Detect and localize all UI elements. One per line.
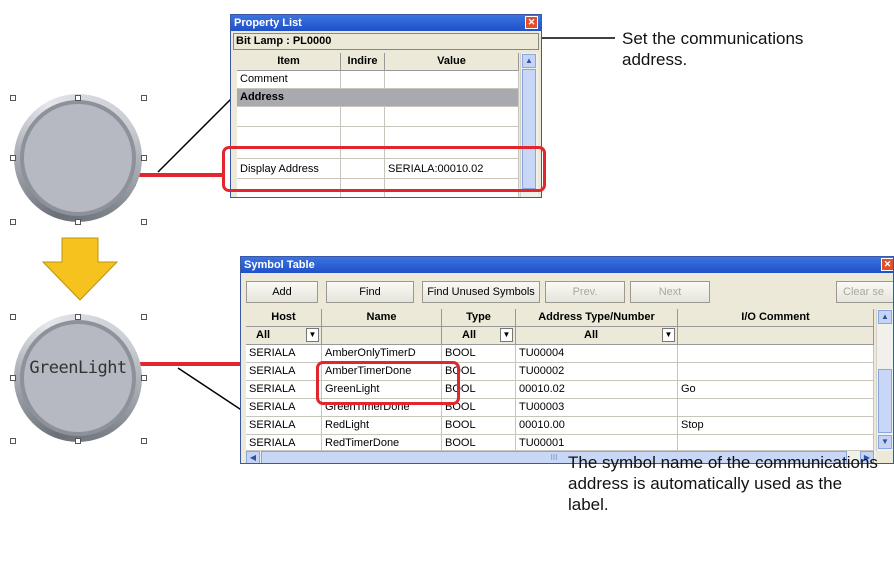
type-filter-dropdown[interactable]: All ▼ [442, 327, 516, 345]
resize-handle[interactable] [141, 95, 147, 101]
resize-handle[interactable] [141, 219, 147, 225]
symbol-table-title: Symbol Table [241, 257, 893, 273]
table-cell[interactable]: SERIALA [246, 435, 322, 451]
resize-handle[interactable] [10, 314, 16, 320]
find-unused-symbols-button[interactable]: Find Unused Symbols [422, 281, 540, 303]
add-button[interactable]: Add [246, 281, 318, 303]
resize-handle[interactable] [75, 95, 81, 101]
table-cell[interactable]: 00010.00 [516, 417, 678, 435]
scroll-up-icon[interactable]: ▲ [522, 54, 536, 68]
bit-lamp-top[interactable] [14, 94, 142, 222]
vertical-scrollbar[interactable]: ▲ ▼ [876, 309, 893, 451]
callout-symbol-label: The symbol name of the communications ad… [568, 453, 878, 514]
scroll-grip: III [550, 453, 558, 462]
table-cell[interactable]: 00010.02 [516, 381, 678, 399]
scroll-up-icon[interactable]: ▲ [878, 310, 892, 324]
resize-handle[interactable] [141, 155, 147, 161]
table-cell[interactable] [678, 435, 874, 451]
highlight-symbol-name [316, 361, 460, 405]
property-row-cell[interactable] [385, 107, 519, 127]
table-cell[interactable]: BOOL [442, 417, 516, 435]
table-cell[interactable]: Go [678, 381, 874, 399]
column-header-io-comment[interactable]: I/O Comment [678, 309, 874, 327]
resize-handle[interactable] [75, 314, 81, 320]
property-section-address: Address [237, 89, 519, 107]
column-header-indirect[interactable]: Indire [341, 53, 385, 71]
resize-handle[interactable] [10, 219, 16, 225]
close-icon[interactable]: ✕ [525, 16, 538, 29]
chevron-down-icon: ▼ [662, 328, 675, 342]
lamp-label: GreenLight [29, 358, 127, 378]
next-button[interactable]: Next [630, 281, 710, 303]
table-cell[interactable] [678, 399, 874, 417]
highlight-display-address [222, 146, 546, 192]
resize-handle[interactable] [141, 314, 147, 320]
column-header-item[interactable]: Item [237, 53, 341, 71]
table-cell[interactable]: TU00001 [516, 435, 678, 451]
property-row-cell[interactable] [237, 107, 341, 127]
table-cell[interactable] [678, 363, 874, 381]
property-list-title: Property List [231, 15, 541, 31]
table-cell[interactable]: RedTimerDone [322, 435, 442, 451]
column-header-host[interactable]: Host [246, 309, 322, 327]
bit-lamp-bottom[interactable]: GreenLight [14, 314, 142, 442]
resize-handle[interactable] [10, 375, 16, 381]
yellow-down-arrow [41, 237, 119, 301]
resize-handle[interactable] [10, 438, 16, 444]
column-header-name[interactable]: Name [322, 309, 442, 327]
table-cell[interactable] [678, 345, 874, 363]
resize-handle[interactable] [141, 375, 147, 381]
resize-handle[interactable] [10, 95, 16, 101]
chevron-down-icon: ▼ [500, 328, 513, 342]
table-cell[interactable]: TU00003 [516, 399, 678, 417]
chevron-down-icon: ▼ [306, 328, 319, 342]
property-row-cell[interactable] [341, 71, 385, 89]
column-header-type[interactable]: Type [442, 309, 516, 327]
clear-search-button[interactable]: Clear se [836, 281, 893, 303]
table-cell[interactable]: SERIALA [246, 381, 322, 399]
close-icon[interactable]: ✕ [881, 258, 893, 271]
io-comment-filter[interactable] [678, 327, 874, 345]
table-cell[interactable]: BOOL [442, 435, 516, 451]
property-row-comment[interactable]: Comment [237, 71, 341, 89]
table-cell[interactable]: SERIALA [246, 345, 322, 363]
table-cell[interactable]: SERIALA [246, 363, 322, 381]
scroll-down-icon[interactable]: ▼ [878, 435, 892, 449]
resize-handle[interactable] [75, 438, 81, 444]
host-filter-dropdown[interactable]: All ▼ [246, 327, 322, 345]
address-filter-dropdown[interactable]: All ▼ [516, 327, 678, 345]
table-cell[interactable]: SERIALA [246, 399, 322, 417]
callout-set-address: Set the communications address. [622, 29, 804, 69]
name-filter[interactable] [322, 327, 442, 345]
table-cell[interactable]: SERIALA [246, 417, 322, 435]
table-cell[interactable]: Stop [678, 417, 874, 435]
resize-handle[interactable] [75, 219, 81, 225]
table-cell[interactable]: RedLight [322, 417, 442, 435]
column-header-address[interactable]: Address Type/Number [516, 309, 678, 327]
prev-button[interactable]: Prev. [545, 281, 625, 303]
scroll-thumb[interactable] [878, 369, 892, 433]
scroll-left-icon[interactable]: ◀ [246, 451, 260, 463]
table-cell[interactable]: TU00004 [516, 345, 678, 363]
column-header-value[interactable]: Value [385, 53, 519, 71]
property-row-cell[interactable] [341, 107, 385, 127]
find-button[interactable]: Find [326, 281, 414, 303]
resize-handle[interactable] [141, 438, 147, 444]
symbol-table-window: Symbol Table ✕ Add Find Find Unused Symb… [240, 256, 894, 464]
resize-handle[interactable] [10, 155, 16, 161]
property-list-subtitle: Bit Lamp : PL0000 [233, 33, 539, 50]
table-cell[interactable]: TU00002 [516, 363, 678, 381]
property-row-cell[interactable] [385, 71, 519, 89]
